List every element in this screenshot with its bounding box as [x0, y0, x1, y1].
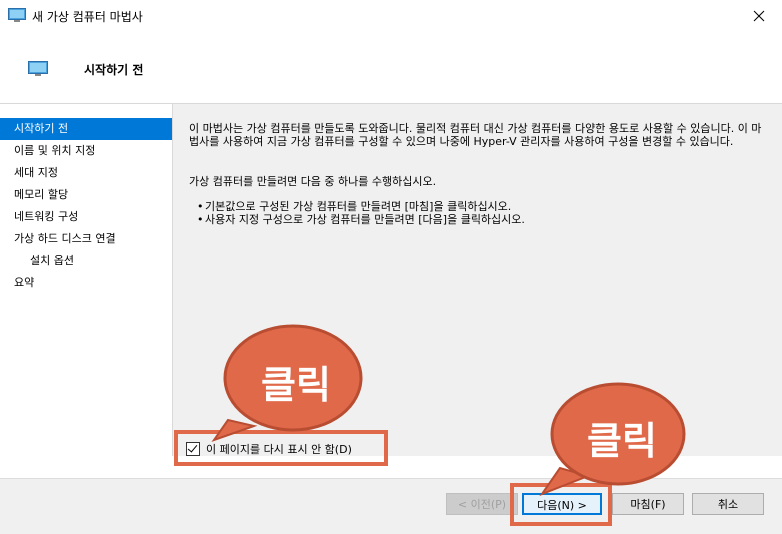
sidebar-item-summary[interactable]: 요약 [0, 272, 172, 294]
list-item-text: 사용자 지정 구성으로 가상 컴퓨터를 만들려면 [다음]을 클릭하십시오. [205, 213, 525, 226]
dont-show-again-label: 이 페이지를 다시 표시 안 함(D) [206, 443, 352, 456]
click-callout-text: 클릭 [261, 363, 331, 407]
sidebar-item-before-you-begin[interactable]: 시작하기 전 [0, 118, 172, 140]
sidebar-item-generation[interactable]: 세대 지정 [0, 162, 172, 184]
window-title: 새 가상 컴퓨터 마법사 [32, 10, 143, 24]
close-button[interactable] [736, 0, 782, 32]
sidebar-item-installation-options[interactable]: 설치 옵션 [0, 250, 172, 272]
wizard-steps-sidebar: 시작하기 전 이름 및 위치 지정 세대 지정 메모리 할당 네트워킹 구성 가… [0, 104, 173, 456]
list-item: • 기본값으로 구성된 가상 컴퓨터를 만들려면 [마침]을 클릭하십시오. [197, 200, 512, 213]
previous-button[interactable]: < 이전(P) [446, 493, 518, 515]
click-callout-text: 클릭 [587, 419, 657, 463]
monitor-icon [28, 61, 48, 76]
instruction-text: 가상 컴퓨터를 만들려면 다음 중 하나를 수행하십시오. [189, 175, 437, 188]
dont-show-again-checkbox[interactable] [186, 442, 200, 456]
list-item: • 사용자 지정 구성으로 가상 컴퓨터를 만들려면 [다음]을 클릭하십시오. [197, 213, 525, 226]
page-title: 시작하기 전 [84, 63, 144, 77]
click-callout-bubble: 클릭 [208, 322, 364, 442]
intro-text: 이 마법사는 가상 컴퓨터를 만들도록 도와줍니다. 물리적 컴퓨터 대신 가상… [189, 122, 762, 148]
title-bar: 새 가상 컴퓨터 마법사 [0, 0, 782, 33]
list-item-text: 기본값으로 구성된 가상 컴퓨터를 만들려면 [마침]을 클릭하십시오. [205, 200, 512, 213]
option-list: • 기본값으로 구성된 가상 컴퓨터를 만들려면 [마침]을 클릭하십시오. • 사… [197, 200, 767, 226]
click-callout-bubble: 클릭 [532, 380, 688, 497]
sidebar-item-virtual-hard-disk[interactable]: 가상 하드 디스크 연결 [0, 228, 172, 250]
sidebar-item-name-location[interactable]: 이름 및 위치 지정 [0, 140, 172, 162]
finish-button[interactable]: 마침(F) [612, 493, 684, 515]
sidebar-item-memory[interactable]: 메모리 할당 [0, 184, 172, 206]
monitor-icon [8, 8, 26, 22]
cancel-button[interactable]: 취소 [692, 493, 764, 515]
wizard-header: 시작하기 전 [0, 33, 782, 104]
close-icon [753, 10, 765, 22]
sidebar-item-networking[interactable]: 네트워킹 구성 [0, 206, 172, 228]
